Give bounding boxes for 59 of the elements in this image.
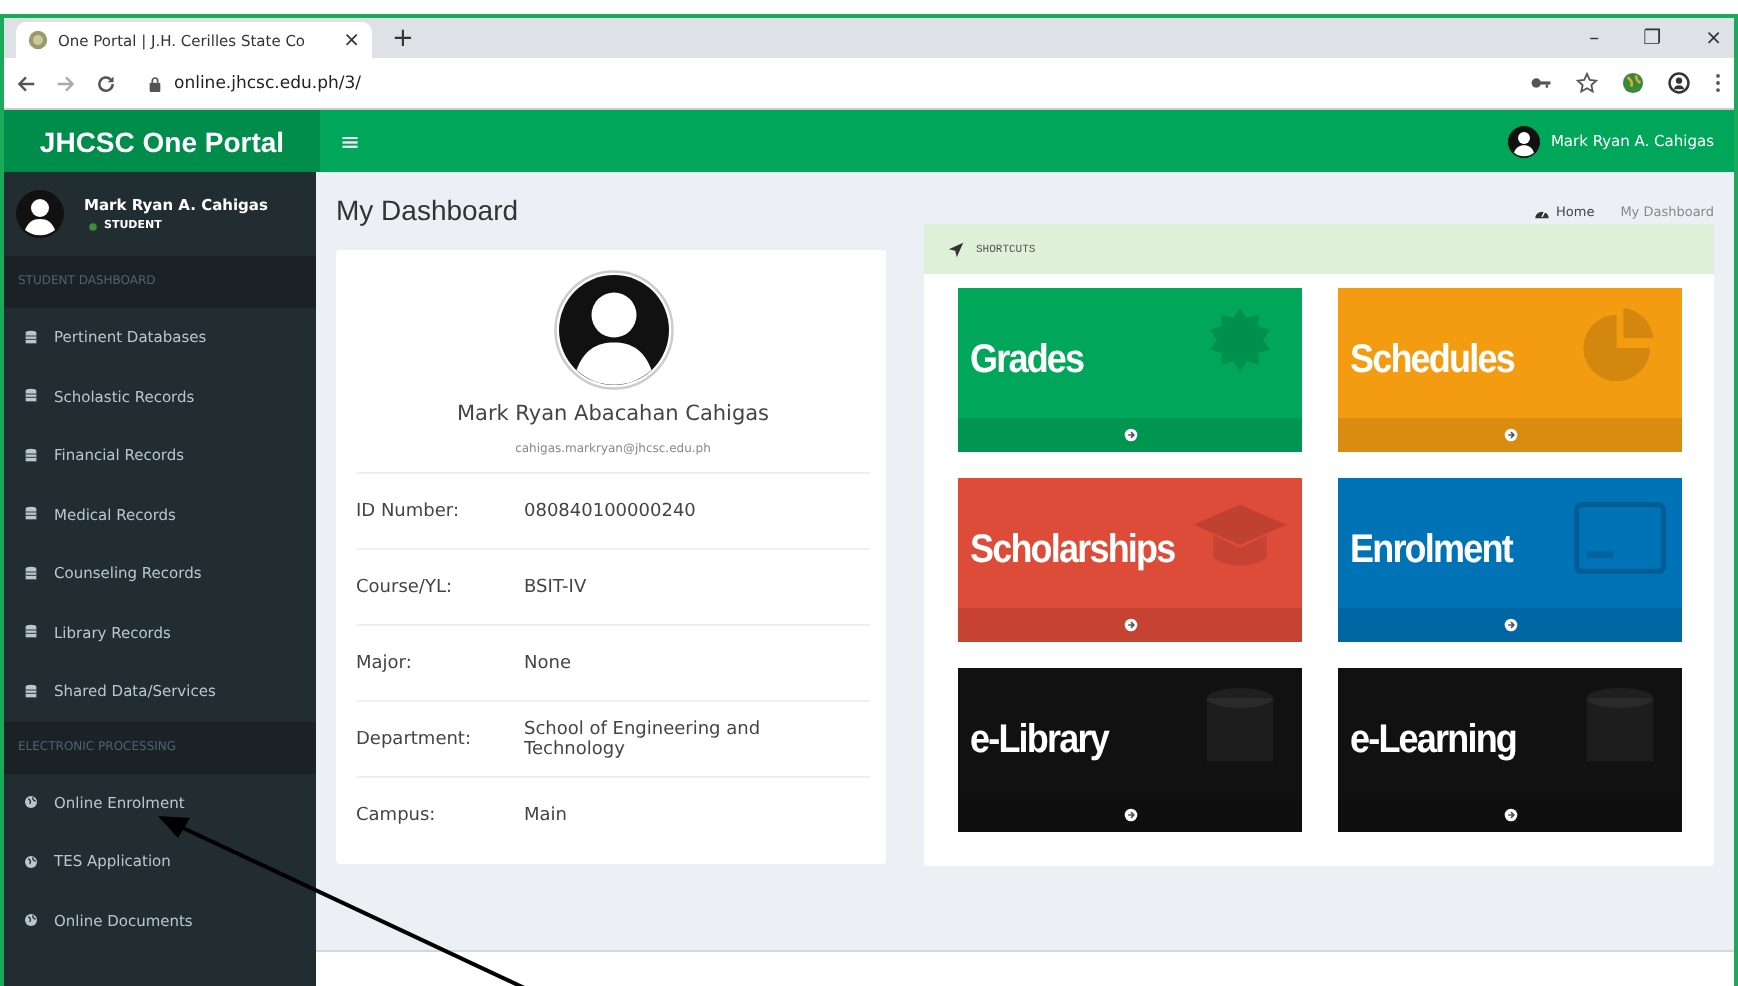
database-icon [24,447,38,464]
reload-icon[interactable] [96,73,116,93]
arrow-circle-icon[interactable] [1123,618,1137,632]
address-field[interactable]: online.jhcsc.edu.ph/3/ [136,73,361,93]
database-icon [24,624,38,641]
star-icon[interactable] [1576,72,1598,94]
lock-icon [148,75,162,91]
globe-icon [24,794,38,811]
key-icon[interactable] [1530,72,1552,94]
shortcut-tile[interactable]: Enrolment [1338,478,1682,642]
field-label: Course/YL: [356,577,454,597]
field-label: Department: [356,729,473,749]
arrow-circle-icon[interactable] [1123,428,1137,442]
tile-title: Enrolment [1350,528,1512,574]
shortcut-tile[interactable]: e-Library [958,668,1302,832]
database-icon [24,506,38,523]
field-value: None [524,653,573,673]
database-icon [24,329,38,346]
minimize-button[interactable]: – [1589,27,1600,49]
arrow-circle-icon[interactable] [1503,618,1517,632]
brand-title: JHCSC One Portal [4,110,320,172]
avatar-icon [16,190,64,238]
globe-icon[interactable] [1622,72,1644,94]
tab-close-button[interactable]: × [343,29,360,51]
avatar-icon[interactable] [1508,125,1541,157]
more-icon[interactable] [1714,72,1722,94]
tile-title: e-Library [970,718,1108,764]
arrow-circle-icon[interactable] [1503,428,1517,442]
globe-icon [28,30,48,50]
tile-title: Scholarships [970,528,1175,574]
avatar-icon [553,270,673,390]
new-tab-button[interactable]: + [392,24,414,54]
tile-title: Grades [970,338,1084,384]
tile-title: Schedules [1350,338,1514,384]
globe-icon [24,912,38,929]
database-icon [24,388,38,405]
database-icon [24,683,38,700]
field-label: ID Number: [356,501,461,521]
globe-icon [24,853,38,870]
field-label: Major: [356,653,414,673]
field-label: Campus: [356,805,438,825]
field-value: BSIT-IV [524,577,589,597]
restore-button[interactable]: ❐ [1643,27,1662,49]
status-dot-icon [88,221,98,231]
close-button[interactable]: × [1705,27,1722,49]
arrow-circle-icon[interactable] [1123,808,1137,822]
back-icon[interactable] [16,73,36,93]
location-arrow-icon [948,241,964,257]
tile-title: e-Learning [1350,718,1517,764]
page-title: My Dashboard [336,194,519,226]
field-value: School of Engineering and Technology [524,719,763,759]
arrow-circle-icon[interactable] [1503,808,1517,822]
field-value: Main [524,805,569,825]
account-icon[interactable] [1668,72,1690,94]
database-icon [24,565,38,582]
profile-name: Mark Ryan Abacahan Cahigas [456,402,770,426]
shortcut-tile[interactable]: Scholarships [958,478,1302,642]
field-value: 080840100000240 [524,501,698,521]
shortcut-tile[interactable]: e-Learning [1338,668,1682,832]
